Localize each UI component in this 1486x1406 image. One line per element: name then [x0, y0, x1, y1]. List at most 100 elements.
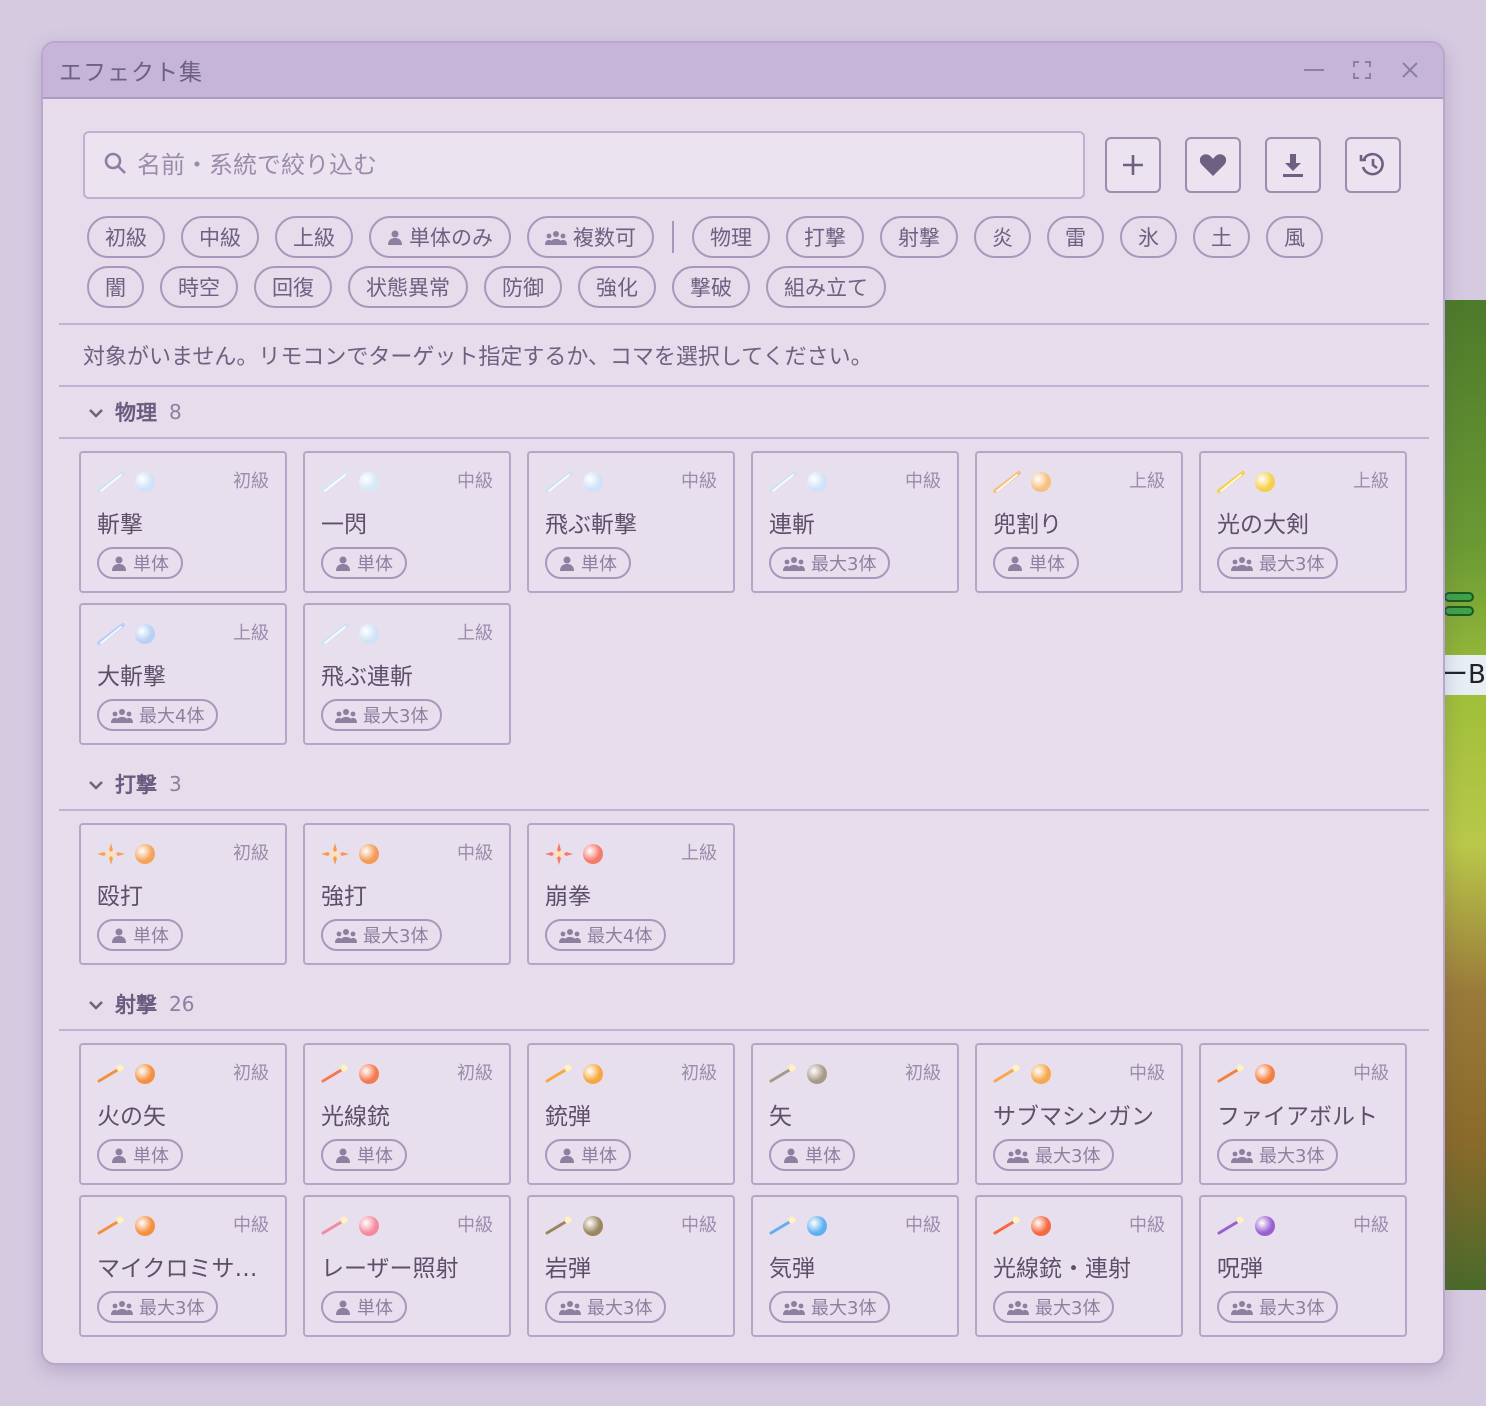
effect-card[interactable]: 初級矢単体: [751, 1043, 959, 1185]
projectile-effect-icon: [97, 1064, 124, 1083]
effect-card[interactable]: 中級 飛ぶ斬撃 単体: [527, 451, 735, 593]
filter-chip[interactable]: 炎: [974, 216, 1031, 258]
effect-card[interactable]: 中級 サブマシンガン 最大3体: [975, 1043, 1183, 1185]
target-badge: 単体: [545, 547, 631, 579]
effect-card[interactable]: 初級 光線銃 単体: [303, 1043, 511, 1185]
effect-card[interactable]: 中級 岩弾 最大3体: [527, 1195, 735, 1337]
effect-card[interactable]: 中級 強打 最大3体: [303, 823, 511, 965]
effect-card[interactable]: 初級 火の矢 単体: [79, 1043, 287, 1185]
filter-chip[interactable]: 風: [1266, 216, 1323, 258]
effect-card[interactable]: 中級 一閃 単体: [303, 451, 511, 593]
filter-chip[interactable]: 防御: [484, 266, 562, 308]
filter-chip[interactable]: 上級: [275, 216, 353, 258]
effect-card[interactable]: 上級 飛ぶ連斬 最大3体: [303, 603, 511, 745]
effect-preview: [545, 1215, 603, 1237]
effect-card[interactable]: 上級 光の大剣 最大3体: [1199, 451, 1407, 593]
filter-chip[interactable]: 状態異常: [348, 266, 468, 308]
favorites-button[interactable]: [1185, 137, 1241, 193]
effect-preview: [97, 623, 155, 645]
element-orb-icon: [135, 1064, 155, 1084]
effect-tier: 中級: [1129, 1063, 1165, 1084]
add-button[interactable]: [1105, 137, 1161, 193]
slash-effect-icon: [1217, 471, 1245, 493]
effect-card[interactable]: 初級 殴打 単体: [79, 823, 287, 965]
effect-card[interactable]: 上級 兜割り 単体: [975, 451, 1183, 593]
close-icon[interactable]: [1397, 57, 1423, 83]
filter-chip[interactable]: 闇: [87, 266, 144, 308]
search-box[interactable]: [83, 131, 1085, 199]
filter-chip[interactable]: 物理: [692, 216, 770, 258]
filter-chip[interactable]: 強化: [578, 266, 656, 308]
target-label: 最大3体: [139, 1298, 205, 1319]
effect-card[interactable]: 中級 レーザー照射 単体: [303, 1195, 511, 1337]
target-badge: 単体: [993, 547, 1079, 579]
effect-name: 崩拳: [545, 884, 591, 910]
filter-chip[interactable]: 打撃: [786, 216, 864, 258]
maximize-icon[interactable]: [1349, 57, 1375, 83]
effect-grid: 初級 火の矢 単体 初級 光線銃 単体 初級 銃弾 単体 初級矢単体 中級 サブマシンガン 最大3体 中級…: [59, 1031, 1429, 1347]
effect-card[interactable]: 中級 連斬 最大3体: [751, 451, 959, 593]
multi-target-icon: [1007, 1149, 1029, 1163]
filter-chip-label: 初級: [105, 226, 147, 250]
effect-preview: [545, 843, 603, 865]
target-label: 最大3体: [587, 1298, 653, 1319]
target-badge: 最大3体: [993, 1139, 1115, 1171]
filter-chip[interactable]: 中級: [181, 216, 259, 258]
effect-card[interactable]: 初級 斬撃 単体: [79, 451, 287, 593]
effect-list[interactable]: 物理 8 初級 斬撃 単体 中級 一閃 単体 中級 飛ぶ斬撃 単体 中級 連斬 最大3体 上級 兜割り 単体 上級…: [59, 387, 1429, 1347]
element-orb-icon: [807, 1216, 827, 1236]
filter-chip[interactable]: 撃破: [672, 266, 750, 308]
target-badge: 最大3体: [97, 1291, 219, 1323]
filter-chip[interactable]: 回復: [254, 266, 332, 308]
search-input[interactable]: [137, 151, 1037, 179]
minimize-icon[interactable]: [1301, 57, 1327, 83]
element-orb-icon: [135, 844, 155, 864]
filter-chip[interactable]: 初級: [87, 216, 165, 258]
effect-card[interactable]: 中級 呪弾 最大3体: [1199, 1195, 1407, 1337]
filter-chip[interactable]: 時空: [160, 266, 238, 308]
hp-bar: [1444, 592, 1474, 602]
effect-card[interactable]: 中級 ファイアボルト 最大3体: [1199, 1043, 1407, 1185]
target-badge: 単体: [769, 1139, 855, 1171]
effect-name: 火の矢: [97, 1104, 166, 1130]
filter-chip-label: 雷: [1065, 226, 1086, 250]
filter-chip-label: 強化: [596, 276, 638, 300]
window-title: エフェクト集: [59, 60, 203, 86]
effect-preview: [97, 1215, 155, 1237]
projectile-effect-icon: [1217, 1064, 1244, 1083]
filter-chip[interactable]: 単体のみ: [369, 216, 511, 258]
target-label: 単体: [581, 1146, 617, 1167]
filter-chip[interactable]: 組み立て: [766, 266, 886, 308]
effect-name: 兜割り: [993, 512, 1062, 538]
category-header[interactable]: 物理 8: [59, 387, 1429, 439]
download-button[interactable]: [1265, 137, 1321, 193]
effect-name: 連斬: [769, 512, 815, 538]
category-header[interactable]: 打撃 3: [59, 759, 1429, 811]
single-target-icon: [336, 1148, 350, 1163]
filter-chip[interactable]: 複数可: [527, 216, 654, 258]
effect-card[interactable]: 中級 マイクロミサ… 最大3体: [79, 1195, 287, 1337]
filter-chip[interactable]: 土: [1193, 216, 1250, 258]
effect-tier: 上級: [457, 623, 493, 644]
effect-card[interactable]: 初級 銃弾 単体: [527, 1043, 735, 1185]
chevron-down-icon: [89, 995, 103, 1014]
effect-card[interactable]: 中級 光線銃・連射 最大3体: [975, 1195, 1183, 1337]
filter-chip-label: 回復: [272, 276, 314, 300]
target-label: 最大4体: [139, 706, 205, 727]
filter-chip[interactable]: 雷: [1047, 216, 1104, 258]
filter-chip[interactable]: 氷: [1120, 216, 1177, 258]
element-orb-icon: [1255, 472, 1275, 492]
filter-chip[interactable]: 射撃: [880, 216, 958, 258]
effect-tier: 中級: [233, 1215, 269, 1236]
history-button[interactable]: [1345, 137, 1401, 193]
effect-name: 呪弾: [1217, 1256, 1263, 1282]
effect-preview: [1217, 1063, 1275, 1085]
element-orb-icon: [135, 624, 155, 644]
effect-card[interactable]: 上級 崩拳 最大4体: [527, 823, 735, 965]
effect-name: 矢: [769, 1104, 792, 1130]
category-header[interactable]: 射撃 26: [59, 979, 1429, 1031]
effect-card[interactable]: 中級 気弾 最大3体: [751, 1195, 959, 1337]
search-icon: [103, 151, 127, 179]
filter-chip-label: 単体のみ: [409, 226, 493, 250]
effect-card[interactable]: 上級 大斬撃 最大4体: [79, 603, 287, 745]
